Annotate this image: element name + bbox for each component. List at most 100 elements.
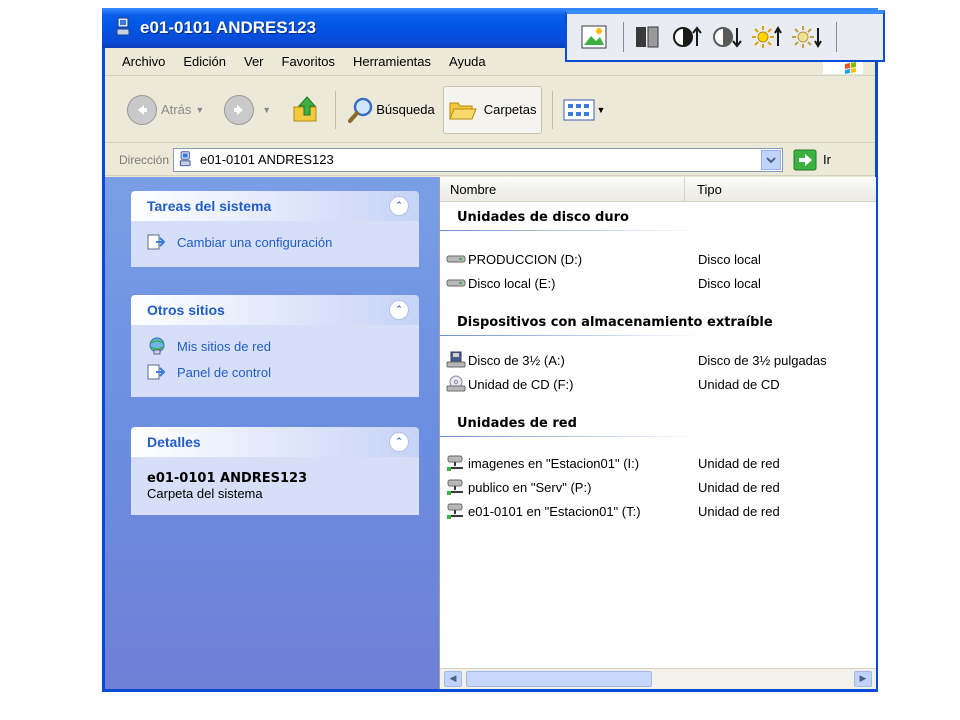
cd-drive-icon [446,375,466,392]
computer-icon [179,150,191,166]
system-tasks-panel: Tareas del sistema ⌃ Cambiar una configu… [131,191,419,267]
column-header-name[interactable]: Nombre [440,177,685,201]
details-name: e01-0101 ANDRES123 [147,471,308,486]
details-type: Carpeta del sistema [147,486,263,501]
item-type: Unidad de red [698,479,780,495]
group-title: Unidades de red [457,415,577,431]
list-item[interactable]: Disco local (E:) Disco local [440,271,876,295]
list-item[interactable]: publico en "Serv" (P:) Unidad de red [440,475,876,499]
item-type: Unidad de red [698,455,780,471]
go-arrow-icon [793,149,817,170]
column-header-type[interactable]: Tipo [685,182,722,197]
more-brightness-button[interactable] [750,20,784,54]
menu-ayuda[interactable]: Ayuda [449,54,486,69]
back-button[interactable]: Atrás ▼ [123,87,216,133]
go-button[interactable]: Ir [793,149,831,171]
network-drive-icon [447,479,463,495]
explorer-window: e01-0101 ANDRES123 Archivo Edición Ver F… [102,8,878,692]
other-places-panel: Otros sitios ⌃ Mis sitios de red Panel d… [131,295,419,397]
item-type: Unidad de CD [698,376,780,392]
more-contrast-button[interactable] [670,20,704,54]
item-name: Unidad de CD (F:) [468,376,574,392]
other-places-header[interactable]: Otros sitios ⌃ [131,295,419,325]
details-body: e01-0101 ANDRES123 Carpeta del sistema [131,457,419,515]
horizontal-scrollbar[interactable]: ◀ ▶ [440,668,876,689]
settings-task-icon [147,234,166,250]
item-name: imagenes en "Estacion01" (I:) [468,455,640,471]
insert-picture-button[interactable] [577,20,611,54]
other-places-body: Mis sitios de red Panel de control [131,325,419,397]
task-link-control-panel[interactable]: Panel de control [147,359,409,385]
control-panel-icon [147,364,166,380]
task-link-change-setting[interactable]: Cambiar una configuración [147,229,409,255]
back-dropdown-icon[interactable]: ▼ [195,105,204,115]
less-brightness-button[interactable] [790,20,824,54]
chevron-down-icon [766,156,776,163]
up-folder-icon [293,95,317,121]
collapse-icon[interactable]: ⌃ [389,432,409,452]
more-brightness-icon [752,26,782,48]
menu-herramientas[interactable]: Herramientas [353,54,431,69]
list-item[interactable]: e01-0101 en "Estacion01" (T:) Unidad de … [440,499,876,523]
color-button[interactable] [630,20,664,54]
collapse-icon[interactable]: ⌃ [389,196,409,216]
address-dropdown-button[interactable] [761,149,782,170]
toolbar-separator [623,22,624,52]
network-drive-icon [447,503,463,519]
search-button[interactable]: Búsqueda [342,87,439,133]
list-item[interactable]: imagenes en "Estacion01" (I:) Unidad de … [440,451,876,475]
folders-button[interactable]: Carpetas [442,85,542,134]
forward-button[interactable]: ▼ [220,87,283,133]
address-input[interactable]: e01-0101 ANDRES123 [173,147,784,172]
system-tasks-title: Tareas del sistema [147,198,272,214]
group-divider [440,230,700,231]
group-title: Unidades de disco duro [457,209,629,225]
scroll-left-icon[interactable]: ◀ [444,671,462,687]
views-icon [563,99,594,120]
list-item[interactable]: Unidad de CD (F:) Unidad de CD [440,372,876,396]
window-title: e01-0101 ANDRES123 [140,18,317,37]
item-name: publico en "Serv" (P:) [468,479,592,495]
item-type: Disco local [698,275,761,291]
scroll-thumb[interactable] [466,671,652,687]
collapse-icon[interactable]: ⌃ [389,300,409,320]
views-dropdown-icon[interactable]: ▼ [597,105,606,115]
back-arrow-icon [127,94,157,125]
column-headers: Nombre Tipo [440,177,876,202]
forward-arrow-icon [224,94,255,125]
toolbar-separator [335,90,337,129]
address-value: e01-0101 ANDRES123 [200,152,334,167]
item-type: Unidad de red [698,503,780,519]
less-contrast-button[interactable] [710,20,744,54]
forward-dropdown-icon[interactable]: ▼ [262,105,271,115]
menu-favoritos[interactable]: Favoritos [282,54,335,69]
task-link-label: Mis sitios de red [177,338,271,354]
group-title: Dispositivos con almacenamiento extraíbl… [457,314,773,330]
task-pane: Tareas del sistema ⌃ Cambiar una configu… [105,177,439,689]
up-folder-button[interactable] [287,87,325,133]
less-brightness-icon [792,26,822,48]
details-header[interactable]: Detalles ⌃ [131,427,419,457]
scroll-right-icon[interactable]: ▶ [854,671,872,687]
menu-archivo[interactable]: Archivo [122,54,165,69]
group-divider [440,335,700,336]
list-item[interactable]: PRODUCCION (D:) Disco local [440,247,876,271]
item-type: Disco de 3½ pulgadas [698,352,827,368]
list-item[interactable]: Disco de 3½ (A:) Disco de 3½ pulgadas [440,348,876,372]
go-label: Ir [823,152,831,167]
menu-edicion[interactable]: Edición [183,54,226,69]
back-label: Atrás [161,102,192,117]
item-name: Disco de 3½ (A:) [468,352,565,368]
system-tasks-header[interactable]: Tareas del sistema ⌃ [131,191,419,221]
menu-ver[interactable]: Ver [244,54,264,69]
computer-icon [116,17,130,36]
color-mode-icon [636,26,659,48]
more-contrast-icon [673,26,702,47]
task-link-network-places[interactable]: Mis sitios de red [147,333,409,359]
views-button[interactable]: ▼ [559,87,610,133]
floppy-icon [446,351,466,368]
hard-drive-icon [446,279,466,287]
standard-toolbar: Atrás ▼ ▼ Búsqueda Carpetas ▼ [105,77,875,143]
folders-label: Carpetas [483,102,537,117]
network-drive-icon [447,455,463,471]
